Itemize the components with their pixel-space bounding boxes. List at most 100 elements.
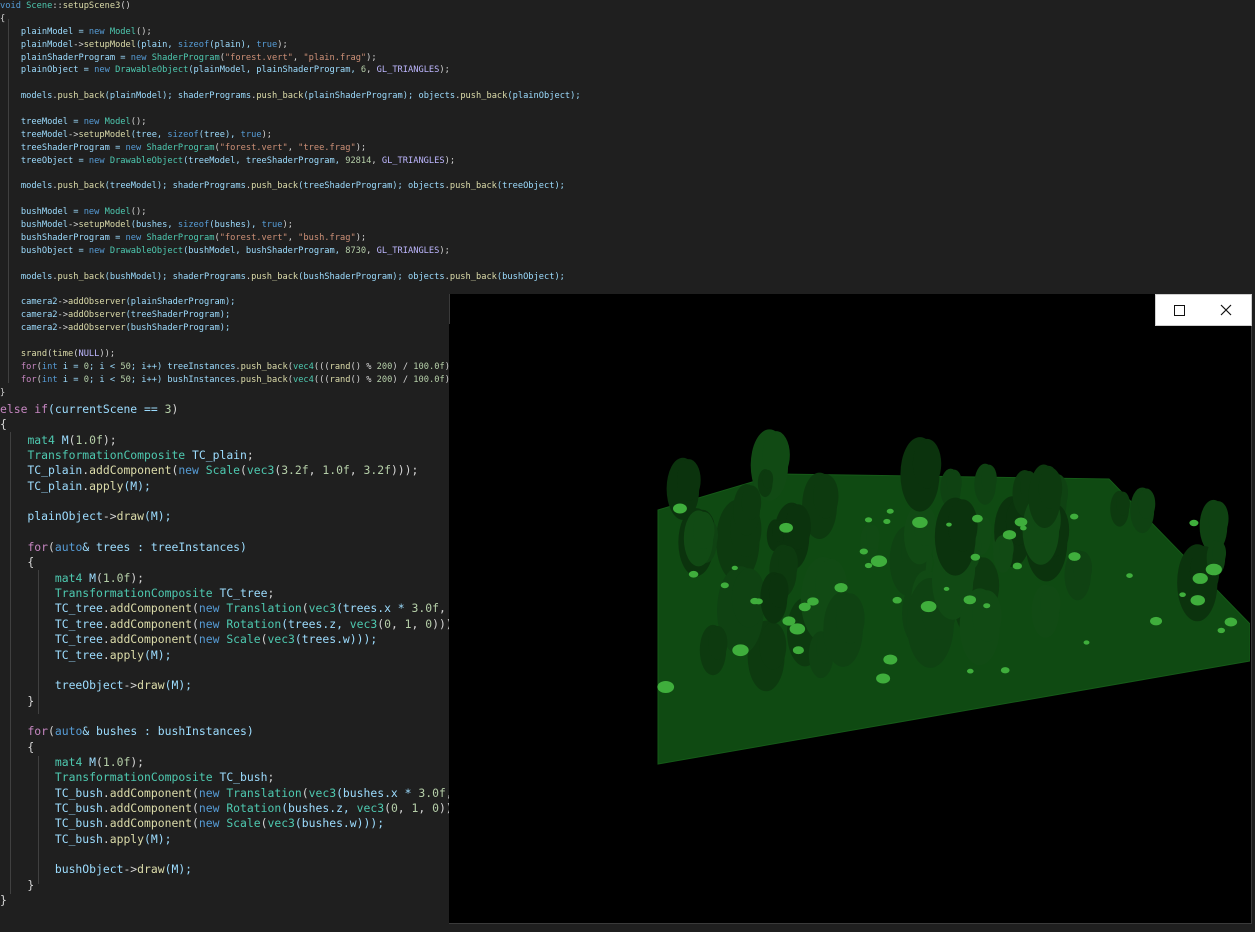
code-token: bushObject — [0, 862, 124, 877]
code-line[interactable]: treeObject = new DrawableObject(treeMode… — [0, 155, 1155, 168]
code-token: push_back — [460, 91, 508, 102]
code-line[interactable] — [0, 103, 1155, 116]
code-line[interactable] — [0, 193, 1155, 206]
code-token: NULL — [78, 349, 100, 360]
code-line[interactable]: plainModel = new Model(); — [0, 26, 1155, 39]
code-token: () % — [350, 374, 377, 385]
code-token: i = — [57, 374, 84, 385]
code-token: Scene — [26, 1, 53, 11]
code-token: -> — [123, 678, 138, 693]
code-line[interactable]: { — [0, 13, 1155, 26]
code-token: vec3 — [308, 601, 337, 616]
code-line[interactable]: treeModel->setupModel(tree, sizeof(tree)… — [0, 129, 1155, 142]
code-token: ( — [48, 540, 55, 555]
code-token: TransformationComposite — [27, 448, 186, 463]
code-line[interactable]: bushModel->setupModel(bushes, sizeof(bus… — [0, 219, 1155, 232]
code-token: { — [0, 417, 7, 432]
code-line[interactable]: models.push_back(bushModel); shaderProgr… — [0, 271, 1155, 284]
maximize-button[interactable] — [1156, 295, 1202, 325]
code-token: ( — [192, 601, 199, 616]
tree — [759, 622, 787, 670]
bush — [779, 522, 793, 533]
code-line[interactable] — [0, 77, 1155, 90]
code-token: ) / — [392, 361, 414, 372]
code-token: ; i < — [88, 361, 121, 372]
code-token: (bushModel, bushShaderProgram, — [183, 245, 346, 256]
bush — [1014, 517, 1028, 527]
code-token: i = — [57, 361, 84, 372]
code-line[interactable] — [0, 168, 1155, 181]
code-token: (plainShaderProgram); objects — [303, 91, 456, 102]
code-line[interactable] — [0, 258, 1155, 271]
code-token: (bushObject); — [496, 271, 565, 282]
code-token: 3.2f — [363, 463, 391, 478]
bush — [864, 517, 873, 523]
code-token: (currentScene == — [48, 402, 165, 416]
code-token: (M); — [144, 831, 172, 846]
maximize-icon — [1173, 304, 1185, 316]
code-token: 50 — [120, 361, 131, 372]
bush — [883, 518, 891, 525]
code-token: bushObject = — [0, 245, 89, 256]
code-line[interactable]: treeShaderProgram = new ShaderProgram("f… — [0, 142, 1155, 155]
window-titlebar[interactable] — [1155, 294, 1252, 326]
code-token: TransformationComposite — [54, 770, 213, 785]
code-token: . — [102, 816, 110, 831]
tree — [912, 438, 942, 489]
code-line[interactable]: void Scene::setupScene3() — [0, 0, 1155, 13]
code-token: ; i++) treeInstances — [130, 361, 236, 372]
code-token: ( — [192, 632, 199, 647]
code-line[interactable]: plainObject = new DrawableObject(plainMo… — [0, 64, 1155, 77]
code-line[interactable]: bushObject = new DrawableObject(bushMode… — [0, 245, 1155, 258]
code-token: rand — [329, 361, 351, 372]
code-token: Translation — [226, 785, 302, 800]
code-line[interactable]: models.push_back(treeModel); shaderProgr… — [0, 180, 1155, 193]
code-token: 3.0f — [418, 785, 446, 800]
code-token: for — [27, 540, 49, 555]
code-token: & trees : treeInstances) — [82, 540, 247, 555]
bush — [750, 597, 760, 605]
code-line[interactable]: plainShaderProgram = new ShaderProgram("… — [0, 52, 1155, 65]
code-token: ) / — [392, 374, 414, 385]
code-token: Scale — [226, 632, 261, 647]
code-token: , — [308, 463, 323, 478]
code-token: plainModel = — [0, 26, 89, 37]
close-button[interactable] — [1203, 295, 1249, 325]
code-token: TC_tree — [0, 647, 103, 662]
code-token: setupModel — [78, 220, 131, 231]
code-token: (plain), — [209, 39, 257, 50]
code-token: { — [0, 13, 6, 24]
code-token: ); — [130, 570, 145, 585]
code-token: 100.0f — [413, 374, 445, 385]
code-token: addComponent — [109, 632, 193, 647]
code-token: () — [120, 1, 131, 11]
code-token: void — [0, 1, 21, 11]
code-line[interactable]: plainModel->setupModel(plain, sizeof(pla… — [0, 39, 1155, 52]
code-token: (treeShaderProgram); — [125, 310, 231, 321]
code-line[interactable]: bushShaderProgram = new ShaderProgram("f… — [0, 232, 1155, 245]
code-token: bushModel — [0, 220, 68, 231]
bush — [966, 668, 974, 674]
code-token: ; i++) bushInstances — [130, 374, 236, 385]
code-token: -> — [73, 39, 84, 50]
code-line[interactable]: bushModel = new Model(); — [0, 206, 1155, 219]
indent-guide — [8, 19, 9, 383]
code-token: 0 — [432, 800, 439, 815]
tree — [762, 469, 774, 489]
code-line[interactable]: treeModel = new Model(); — [0, 116, 1155, 129]
tree — [947, 499, 978, 552]
code-token: ); — [355, 233, 367, 244]
code-token: ); — [366, 52, 377, 63]
code-token: ))); — [390, 463, 419, 478]
code-token: bushShaderProgram = — [0, 233, 126, 244]
code-token: plainModel — [0, 39, 74, 50]
code-token: { — [0, 555, 35, 570]
code-token: new — [125, 142, 147, 153]
bush — [1083, 640, 1090, 645]
code-token: push_back — [57, 91, 105, 102]
code-token: ); — [282, 220, 293, 231]
code-token: (bushShaderProgram); — [125, 323, 231, 334]
code-line[interactable]: models.push_back(plainModel); shaderProg… — [0, 90, 1155, 103]
